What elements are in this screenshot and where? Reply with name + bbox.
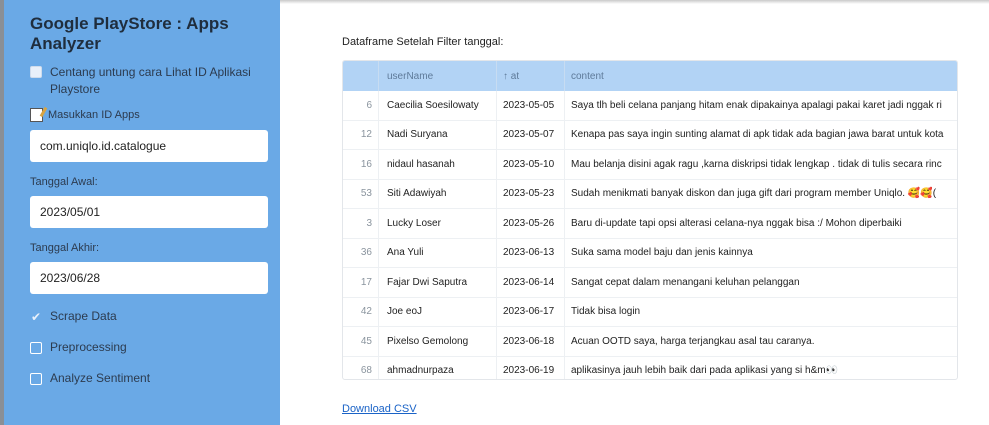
index-header [343,61,379,91]
checkbox-icon[interactable] [30,342,42,354]
cell-at: 2023-05-10 [497,149,565,179]
cell-at: 2023-05-23 [497,179,565,209]
main-content: Dataframe Setelah Filter tanggal: userNa… [280,0,989,425]
row-index: 36 [343,238,379,268]
dataframe-table[interactable]: userName ↑ at content 6 Caecilia Soesilo… [342,60,958,380]
cell-content: Sudah menikmati banyak diskon dan juga g… [571,188,937,200]
cell-username: Ana Yuli [379,238,497,268]
app-id-label-text: Masukkan ID Apps [48,109,140,121]
cell-content: aplikasinya jauh lebih baik dari pada ap… [571,365,839,377]
column-header-at[interactable]: ↑ at [497,61,565,91]
end-date-input[interactable]: 2023/06/28 [30,262,268,294]
cell-at: 2023-06-18 [497,326,565,356]
cell-at: 2023-06-17 [497,297,565,327]
row-index: 45 [343,326,379,356]
end-date-label: Tanggal Akhir: [30,242,100,254]
table-row[interactable]: 17 Fajar Dwi Saputra 2023-06-14 Sangat c… [343,267,957,298]
nav-scrape-data-label: Scrape Data [50,309,117,323]
id-help-checkbox-label: Centang untung cara Lihat ID Aplikasi Pl… [50,65,251,96]
app-title: Google PlayStore : Apps Analyzer [30,14,229,53]
cell-content: Saya tlh beli celana panjang hitam enak … [571,99,942,111]
cell-username: nidaul hasanah [379,149,497,179]
app-id-input[interactable]: com.uniqlo.id.catalogue [30,130,268,162]
table-row[interactable]: 42 Joe eoJ 2023-06-17 Tidak bisa login [343,297,957,327]
cell-username: Fajar Dwi Saputra [379,267,497,297]
cell-username: Joe eoJ [379,297,497,327]
nav-analyze-sentiment-label: Analyze Sentiment [50,371,151,385]
table-row[interactable]: 12 Nadi Suryana 2023-05-07 Kenapa pas sa… [343,120,957,150]
cell-content: Suka sama model baju dan jenis kainnya [571,247,753,259]
dataframe-caption: Dataframe Setelah Filter tanggal: [342,36,504,48]
cell-at: 2023-06-13 [497,238,565,268]
nav-preprocessing[interactable]: Preprocessing [30,339,264,355]
row-index: 3 [343,208,379,238]
id-help-checkbox[interactable]: Centang untung cara Lihat ID Aplikasi Pl… [30,64,264,98]
app-id-label: Masukkan ID Apps [30,108,264,122]
table-row[interactable]: 68 ahmadnurpaza 2023-06-19 aplikasinya j… [343,356,957,379]
nav-analyze-sentiment[interactable]: Analyze Sentiment [30,370,264,386]
top-shadow [280,0,989,4]
row-index: 6 [343,90,379,120]
table-row[interactable]: 6 Caecilia Soesilowaty 2023-05-05 Saya t… [343,90,957,121]
cell-username: ahmadnurpaza [379,356,497,379]
cell-username: Lucky Loser [379,208,497,238]
table-row[interactable]: 45 Pixelso Gemolong 2023-06-18 Acuan OOT… [343,326,957,357]
cell-at: 2023-05-05 [497,90,565,120]
nav-scrape-data[interactable]: ✔ Scrape Data [30,308,264,324]
row-index: 68 [343,356,379,379]
cell-at: 2023-06-19 [497,356,565,379]
row-index: 17 [343,267,379,297]
cell-username: Siti Adawiyah [379,179,497,209]
start-date-input[interactable]: 2023/05/01 [30,196,268,228]
download-csv-link[interactable]: Download CSV [342,403,417,415]
start-date-label: Tanggal Awal: [30,176,98,188]
column-header-content[interactable]: content [565,61,957,91]
sidebar: Google PlayStore : Apps Analyzer Centang… [0,0,280,425]
table-row[interactable]: 16 nidaul hasanah 2023-05-10 Mau belanja… [343,149,957,180]
table-row[interactable]: 36 Ana Yuli 2023-06-13 Suka sama model b… [343,238,957,268]
cell-at: 2023-06-14 [497,267,565,297]
row-index: 16 [343,149,379,179]
table-row[interactable]: 3 Lucky Loser 2023-05-26 Baru di-update … [343,208,957,239]
memo-icon [30,108,43,122]
row-index: 42 [343,297,379,327]
cell-username: Caecilia Soesilowaty [379,90,497,120]
cell-at: 2023-05-07 [497,120,565,150]
row-index: 12 [343,120,379,150]
row-index: 53 [343,179,379,209]
cell-content: Sangat cepat dalam menangani keluhan pel… [571,276,800,288]
cell-username: Pixelso Gemolong [379,326,497,356]
cell-content: Mau belanja disini agak ragu ,karna disk… [571,158,942,170]
cell-username: Nadi Suryana [379,120,497,150]
check-icon: ✔ [30,309,42,324]
cell-at: 2023-05-26 [497,208,565,238]
table-row[interactable]: 53 Siti Adawiyah 2023-05-23 Sudah menikm… [343,179,957,209]
cell-content: Tidak bisa login [571,306,641,318]
table-header: userName ↑ at content [343,61,957,91]
cell-content: Acuan OOTD saya, harga terjangkau asal t… [571,335,815,347]
checkbox-icon[interactable] [30,373,42,385]
checkbox-icon[interactable] [30,66,42,78]
column-header-username[interactable]: userName [379,61,497,91]
cell-content: Kenapa pas saya ingin sunting alamat di … [571,129,944,141]
nav-preprocessing-label: Preprocessing [50,340,127,354]
cell-content: Baru di-update tapi opsi alterasi celana… [571,217,902,229]
